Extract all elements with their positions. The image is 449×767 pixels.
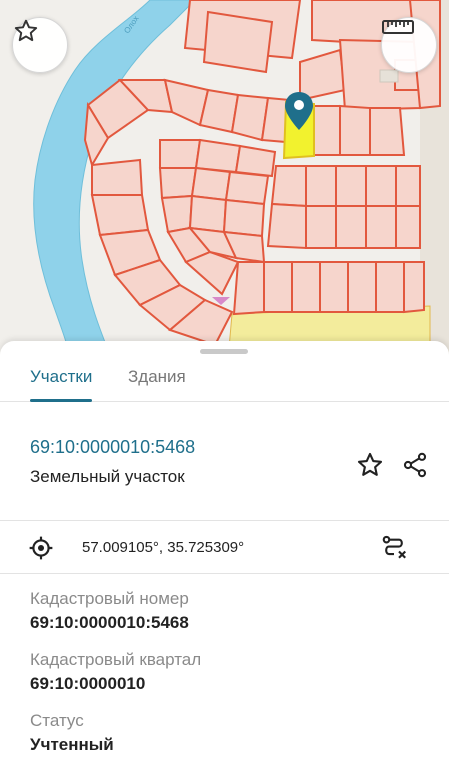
tab-bar: Участки Здания <box>0 359 449 402</box>
route-button[interactable] <box>377 532 411 566</box>
detail-value: 69:10:0000010 <box>30 674 146 693</box>
map-favorite-button[interactable] <box>12 17 68 73</box>
star-outline-icon <box>14 19 38 42</box>
detail-cadastral-number: Кадастровый номер 69:10:0000010:5468 <box>30 589 430 635</box>
detail-label: Статус <box>30 711 84 730</box>
map-square-marker <box>379 69 399 83</box>
detail-value: Учтенный <box>30 735 114 754</box>
parcel-details: Кадастровый номер 69:10:0000010:5468 Кад… <box>30 589 430 767</box>
tab-buildings[interactable]: Здания <box>128 363 186 401</box>
detail-cadastral-quarter: Кадастровый квартал 69:10:0000010 <box>30 650 430 696</box>
detail-value: 69:10:0000010:5468 <box>30 613 189 632</box>
detail-label: Кадастровый квартал <box>30 650 202 669</box>
coordinates-row: 57.009105°, 35.725309° <box>0 522 449 574</box>
star-outline-icon <box>357 452 383 476</box>
detail-status: Статус Учтенный <box>30 711 430 757</box>
map-view[interactable]: Олох <box>0 0 449 360</box>
route-clear-icon <box>382 535 407 559</box>
coordinates-value[interactable]: 57.009105°, 35.725309° <box>82 539 244 556</box>
share-icon <box>403 452 427 478</box>
tab-parcels[interactable]: Участки <box>30 363 93 402</box>
sheet-drag-handle[interactable] <box>200 349 248 354</box>
ruler-button[interactable] <box>381 17 437 73</box>
ruler-icon <box>382 20 414 34</box>
target-icon <box>29 536 53 560</box>
parcel-number-link[interactable]: 69:10:0000010:5468 <box>30 437 195 458</box>
parcel-type: Земельный участок <box>30 467 185 486</box>
favorite-button[interactable] <box>353 448 387 482</box>
info-sheet: Участки Здания 69:10:0000010:5468 Земель… <box>0 341 449 767</box>
share-button[interactable] <box>398 448 432 482</box>
parcel-header: 69:10:0000010:5468 Земельный участок <box>0 403 449 521</box>
detail-label: Кадастровый номер <box>30 589 189 608</box>
